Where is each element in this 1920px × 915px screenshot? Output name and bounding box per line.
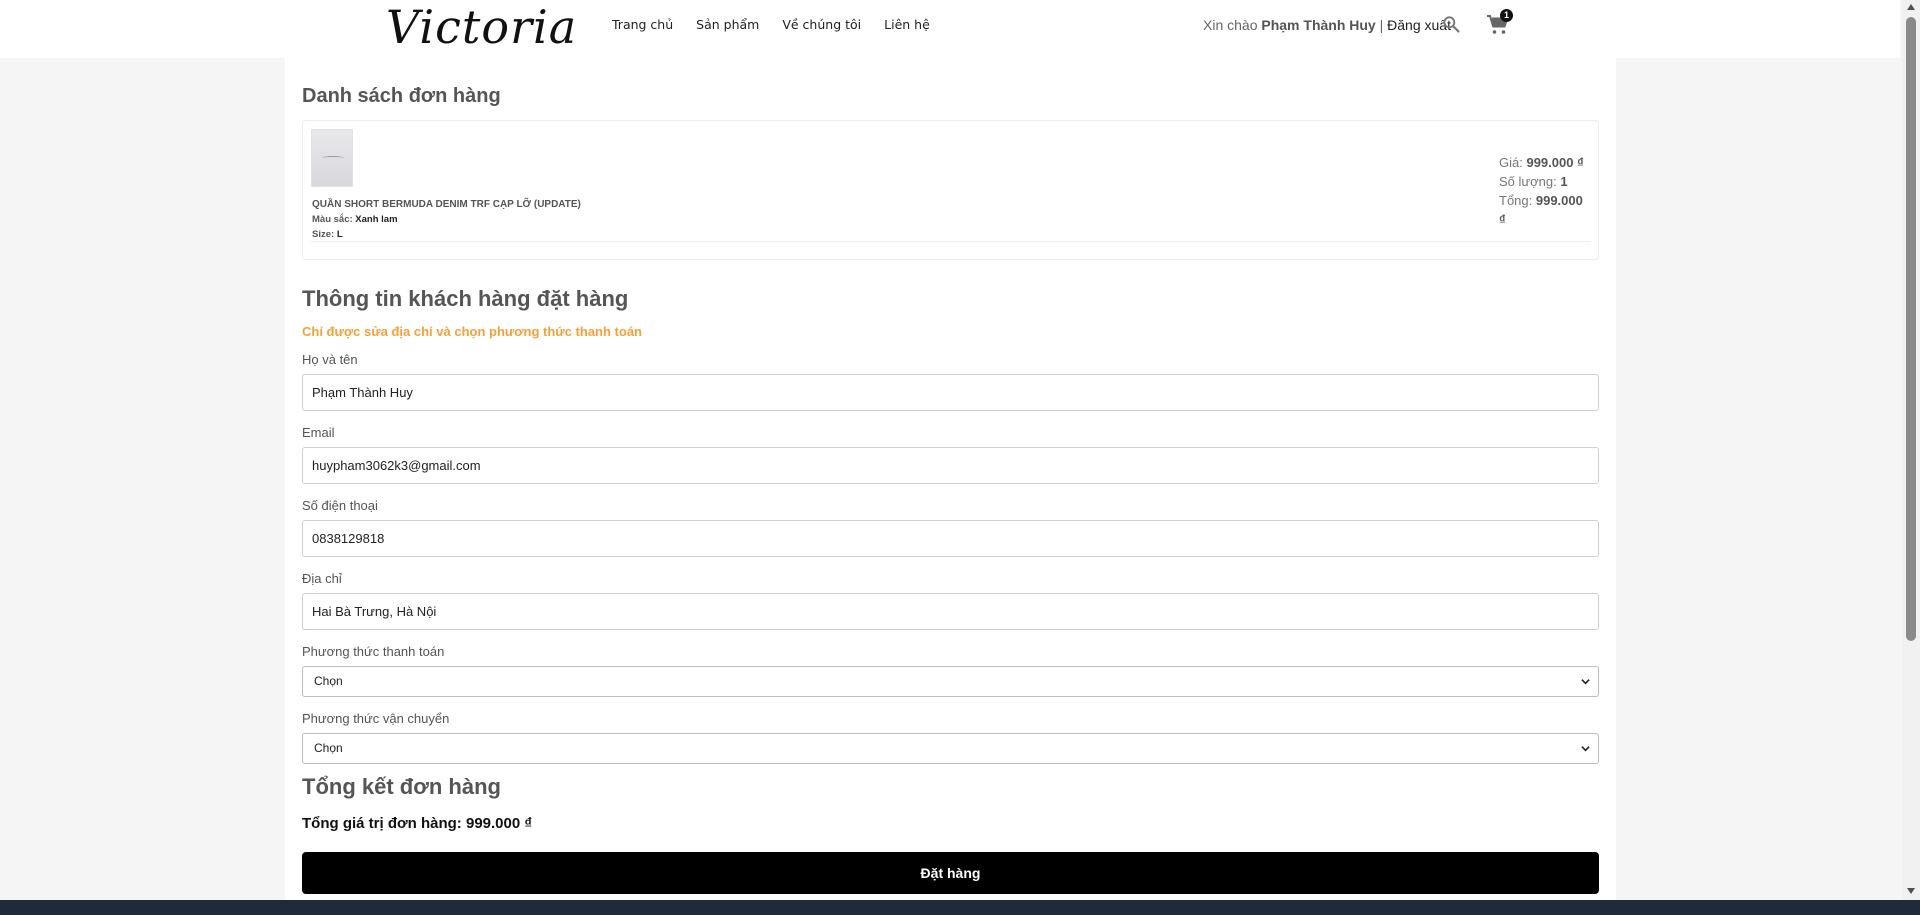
unit-price-value: 999.000 ₫: [1526, 155, 1584, 170]
greeting-prefix: Xin chào: [1203, 17, 1262, 33]
checkout-panel: Danh sách đơn hàng QUẦN SHORT BERMUDA DE…: [285, 58, 1616, 900]
order-item: QUẦN SHORT BERMUDA DENIM TRF CẠP LỠ (UPD…: [311, 129, 1591, 242]
price-summary: Giá: 999.000 ₫ Số lượng: 1 Tổng: 999.000…: [1499, 153, 1591, 229]
product-thumbnail[interactable]: [311, 129, 353, 187]
customer-info-title: Thông tin khách hàng đặt hàng: [302, 286, 629, 311]
user-greeting: Xin chào Phạm Thành Huy | Đăng xuất: [1203, 17, 1451, 33]
quantity-label: Số lượng:: [1499, 174, 1561, 189]
order-list: QUẦN SHORT BERMUDA DENIM TRF CẠP LỠ (UPD…: [302, 120, 1599, 260]
product-color: Màu sắc: Xanh lam: [312, 214, 398, 225]
unit-price: Giá: 999.000 ₫: [1499, 153, 1591, 172]
top-navbar: Victoria Trang chủ Sản phẩm Về chúng tôi…: [0, 0, 1900, 58]
nav-link-products[interactable]: Sản phẩm: [696, 17, 759, 32]
shipping-method-value: Chọn: [314, 741, 343, 755]
scroll-up-arrow-icon[interactable]: [1907, 4, 1915, 10]
fullname-label: Họ và tên: [302, 352, 358, 367]
main-nav: Trang chủ Sản phẩm Về chúng tôi Liên hệ: [612, 17, 930, 32]
chevron-down-icon: [1581, 746, 1590, 752]
line-total-label: Tổng:: [1499, 193, 1536, 208]
greeting-separator: |: [1375, 17, 1388, 33]
product-color-label: Màu sắc:: [312, 214, 356, 225]
email-label: Email: [302, 425, 335, 440]
shipping-method-select[interactable]: Chọn: [302, 733, 1599, 764]
product-size: Size: L: [312, 229, 343, 240]
os-taskbar: [0, 900, 1920, 915]
scrollbar-thumb[interactable]: [1906, 17, 1916, 641]
place-order-button[interactable]: Đặt hàng: [302, 852, 1599, 894]
site-logo[interactable]: Victoria: [386, 0, 577, 54]
product-size-value: L: [336, 229, 343, 240]
quantity: Số lượng: 1: [1499, 172, 1591, 191]
scroll-down-arrow-icon[interactable]: [1907, 888, 1915, 894]
phone-label: Số điện thoại: [302, 498, 378, 513]
order-summary-title: Tổng kết đơn hàng: [302, 774, 501, 799]
product-name: QUẦN SHORT BERMUDA DENIM TRF CẠP LỠ (UPD…: [312, 199, 581, 210]
quantity-value: 1: [1560, 174, 1568, 189]
phone-field[interactable]: 0838129818: [302, 520, 1599, 557]
shipping-method-label: Phương thức vận chuyển: [302, 711, 450, 726]
chevron-down-icon: [1581, 679, 1590, 685]
unit-price-label: Giá:: [1499, 155, 1527, 170]
address-field[interactable]: Hai Bà Trưng, Hà Nội: [302, 593, 1599, 630]
product-color-value: Xanh lam: [355, 214, 398, 225]
payment-method-select[interactable]: Chọn: [302, 666, 1599, 697]
username[interactable]: Phạm Thành Huy: [1261, 17, 1375, 33]
cart-count-badge: 1: [1500, 9, 1513, 22]
order-list-title: Danh sách đơn hàng: [302, 85, 501, 107]
search-icon[interactable]: [1441, 14, 1461, 34]
payment-method-value: Chọn: [314, 674, 343, 688]
line-total: Tổng: 999.000 ₫: [1499, 191, 1591, 229]
vertical-scrollbar[interactable]: [1902, 0, 1920, 900]
edit-notice: Chỉ được sửa địa chỉ và chọn phương thức…: [302, 324, 642, 339]
nav-link-contact[interactable]: Liên hệ: [884, 17, 930, 32]
order-total: Tổng giá trị đơn hàng: 999.000 ₫: [302, 815, 533, 832]
fullname-field[interactable]: Phạm Thành Huy: [302, 374, 1599, 411]
payment-method-label: Phương thức thanh toán: [302, 644, 445, 659]
product-size-label: Size:: [312, 229, 337, 240]
email-field[interactable]: huypham3062k3@gmail.com: [302, 447, 1599, 484]
nav-link-about[interactable]: Về chúng tôi: [782, 17, 861, 32]
nav-link-home[interactable]: Trang chủ: [612, 17, 673, 32]
address-label: Địa chỉ: [302, 571, 342, 586]
